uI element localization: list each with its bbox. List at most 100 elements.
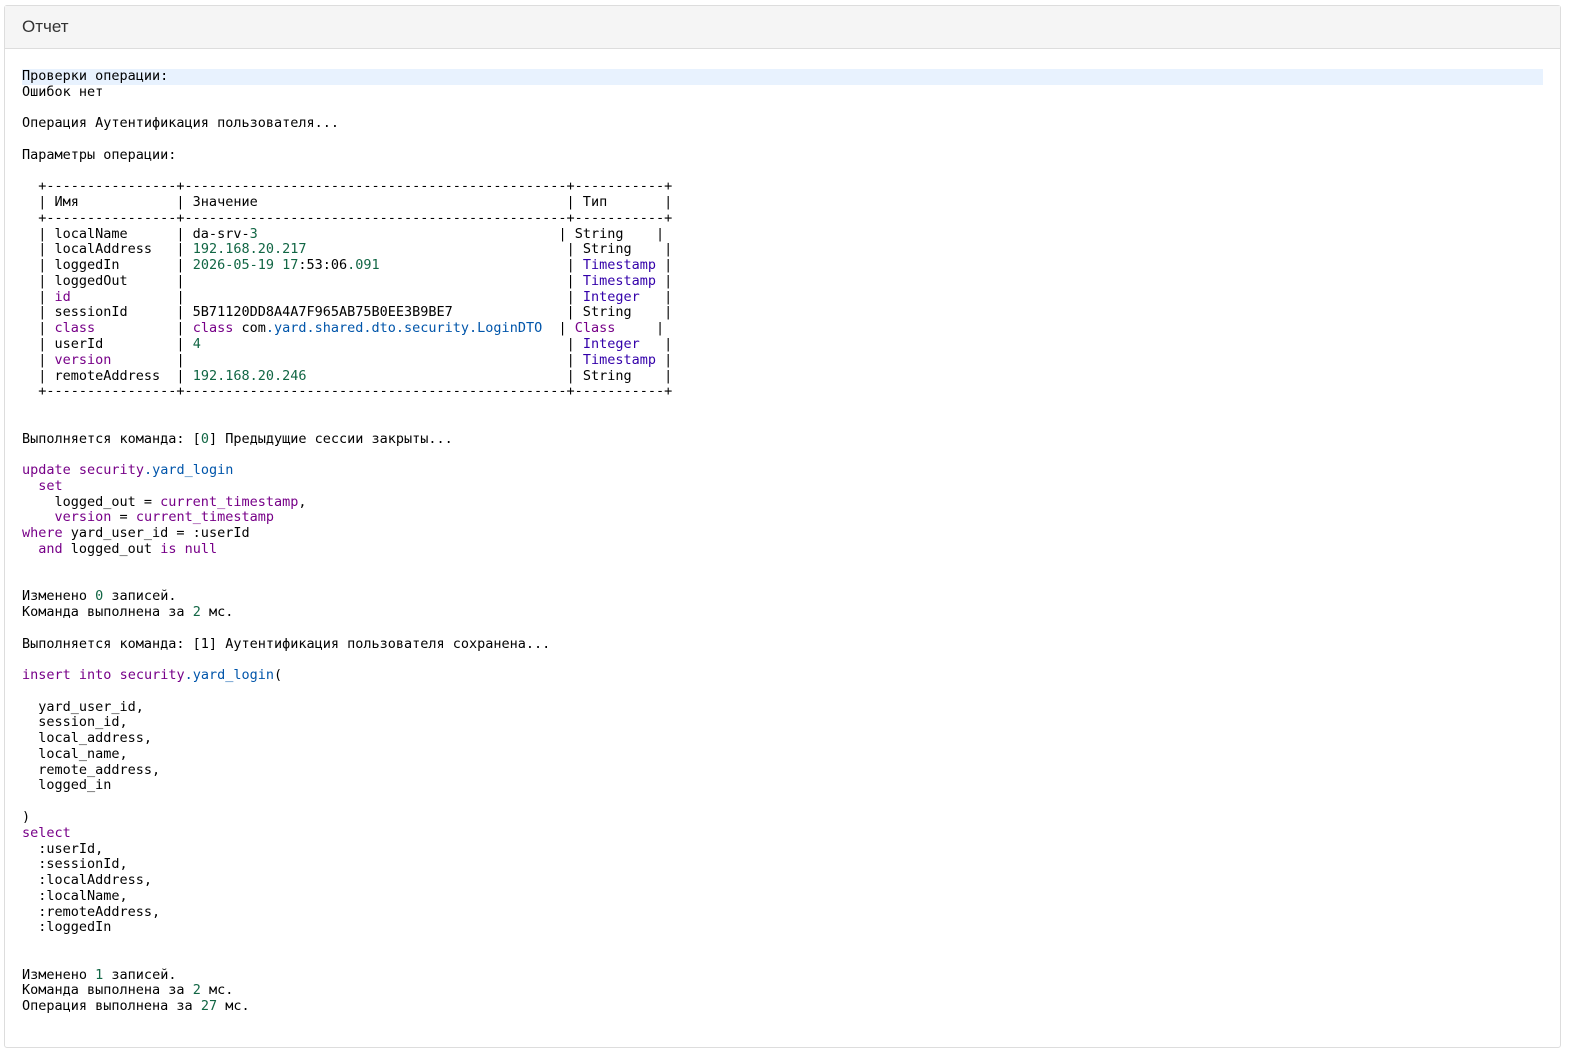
report-line bbox=[22, 558, 1543, 574]
report-line: local_address, bbox=[22, 730, 1543, 747]
syntax-token-typ: Integer bbox=[582, 288, 640, 305]
syntax-token-kw: update bbox=[22, 462, 71, 479]
syntax-token-kw: and bbox=[38, 540, 63, 557]
report-text-segment: мс. bbox=[217, 998, 250, 1015]
syntax-token-num: 4 bbox=[192, 336, 201, 353]
report-text-segment bbox=[22, 541, 38, 557]
report-text-segment: | userId | bbox=[22, 336, 193, 353]
report-line: Выполняется команда: [0] Предыдущие сесс… bbox=[22, 430, 1543, 448]
report-text-segment: | sessionId | 5B71120DD8A4A7F965AB75B0EE… bbox=[22, 304, 673, 321]
report-text-segment: | bbox=[656, 257, 673, 274]
syntax-token-num: 192.168.20.246 bbox=[192, 367, 307, 384]
report-text-segment: +----------------+----------------------… bbox=[22, 209, 673, 226]
report-text[interactable]: Проверки операции: Ошибок нет Операция Ау… bbox=[22, 68, 1543, 1015]
report-text-segment: logged_out bbox=[62, 540, 161, 557]
report-line bbox=[22, 164, 1543, 180]
report-line: where yard_user_id = :userId bbox=[22, 525, 1543, 542]
report-text-segment: Выполняется команда: [1] Аутентификация … bbox=[22, 635, 551, 652]
report-body: Проверки операции: Ошибок нет Операция Ау… bbox=[5, 49, 1560, 1015]
report-line: Операция выполнена за 27 мс. bbox=[22, 998, 1543, 1015]
syntax-token-num: 2 bbox=[192, 982, 201, 999]
syntax-token-num: 2026-05-19 bbox=[192, 257, 274, 274]
report-text-segment: :sessionId, bbox=[22, 856, 128, 873]
report-line: | loggedIn | 2026-05-19 17:53:06.091 | T… bbox=[22, 257, 1543, 274]
report-line: logged_in bbox=[22, 778, 1543, 794]
syntax-token-kw: where bbox=[22, 525, 63, 542]
report-line: :loggedIn bbox=[22, 919, 1543, 936]
report-text-segment: | bbox=[22, 351, 55, 368]
syntax-token-kw: version bbox=[54, 351, 112, 368]
report-line: session_id, bbox=[22, 715, 1543, 731]
syntax-token-kw: security bbox=[119, 667, 185, 684]
report-text-segment: remote_address, bbox=[22, 761, 161, 778]
report-text-segment: +----------------+----------------------… bbox=[22, 178, 673, 195]
report-line: Изменено 1 записей. bbox=[22, 967, 1543, 984]
syntax-token-kw: class bbox=[192, 320, 234, 337]
report-text-segment: | bbox=[379, 257, 583, 274]
report-text-segment bbox=[22, 509, 55, 525]
report-line: set bbox=[22, 477, 1543, 495]
panel-title: Отчет bbox=[5, 6, 1560, 49]
report-line bbox=[22, 447, 1543, 463]
report-line: insert into security.yard_login( bbox=[22, 667, 1543, 684]
syntax-token-kw: Class bbox=[574, 320, 616, 337]
report-text-segment: | | bbox=[111, 351, 583, 368]
report-text-segment: ) bbox=[22, 808, 31, 825]
report-text-segment: | String | bbox=[306, 367, 673, 384]
syntax-token-kw: version bbox=[54, 509, 112, 526]
report-text-segment: , bbox=[298, 493, 307, 510]
report-line: | userId | 4 | Integer | bbox=[22, 336, 1543, 353]
report-text-segment: ] Предыдущие сессии закрыты... bbox=[208, 430, 453, 447]
report-line bbox=[22, 952, 1543, 968]
report-line bbox=[22, 684, 1543, 700]
syntax-token-var: .yard_login bbox=[143, 462, 234, 479]
report-text-segment: | bbox=[200, 336, 583, 353]
report-text-segment: logged_out = bbox=[22, 493, 161, 510]
report-text-segment: Команда выполнена за bbox=[22, 604, 193, 621]
report-line: version = current_timestamp bbox=[22, 510, 1543, 526]
report-line bbox=[22, 416, 1543, 432]
report-text-segment bbox=[176, 541, 184, 557]
report-line: | version | | Timestamp | bbox=[22, 351, 1543, 369]
syntax-token-kw: current_timestamp bbox=[160, 493, 299, 510]
report-text-segment: | bbox=[22, 288, 55, 305]
syntax-token-typ: Integer bbox=[582, 336, 640, 353]
report-line: +----------------+----------------------… bbox=[22, 178, 1543, 195]
report-text-segment: | bbox=[639, 288, 673, 305]
report-line: remote_address, bbox=[22, 761, 1543, 779]
report-text-segment: yard_user_id = :userId bbox=[62, 525, 250, 542]
syntax-token-kw: is bbox=[160, 540, 177, 557]
report-text-segment: logged_in bbox=[22, 777, 112, 794]
syntax-token-kw: security bbox=[78, 462, 144, 479]
report-line bbox=[22, 936, 1543, 952]
report-text-segment: | String | bbox=[257, 225, 665, 242]
report-text-segment: Изменено bbox=[22, 588, 96, 605]
report-text-segment: мс. bbox=[200, 982, 234, 999]
report-line: local_name, bbox=[22, 746, 1543, 763]
syntax-token-kw: set bbox=[38, 477, 63, 494]
report-line: | sessionId | 5B71120DD8A4A7F965AB75B0EE… bbox=[22, 305, 1543, 321]
report-line: Команда выполнена за 2 мс. bbox=[22, 983, 1543, 999]
report-text-segment: com bbox=[233, 320, 266, 337]
syntax-token-var: .yard_login bbox=[184, 667, 275, 684]
report-text-segment: | | bbox=[70, 288, 583, 305]
report-text-segment: Проверки операции: bbox=[22, 68, 169, 84]
report-line: and logged_out is null bbox=[22, 540, 1543, 558]
report-line: :localName, bbox=[22, 888, 1543, 905]
syntax-token-var: .yard.shared.dto.security.LoginDTO bbox=[265, 320, 543, 337]
report-line: :sessionId, bbox=[22, 856, 1543, 873]
report-line: update security.yard_login bbox=[22, 462, 1543, 479]
report-line bbox=[22, 400, 1543, 416]
report-text-segment: мс. bbox=[200, 604, 234, 621]
report-line: :remoteAddress, bbox=[22, 904, 1543, 921]
report-line: | remoteAddress | 192.168.20.246 | Strin… bbox=[22, 367, 1543, 385]
report-text-segment: Ошибок нет bbox=[22, 83, 104, 100]
report-text-segment: ( bbox=[274, 667, 283, 684]
report-line: | id | | Integer | bbox=[22, 288, 1543, 306]
report-text-segment bbox=[71, 667, 79, 683]
report-text-segment bbox=[22, 478, 38, 494]
report-line: | localName | da-srv-3 | String | bbox=[22, 225, 1543, 243]
report-text-segment: | String | bbox=[306, 241, 673, 258]
report-text-segment: | bbox=[655, 272, 673, 289]
syntax-token-typ: Timestamp bbox=[582, 351, 656, 368]
